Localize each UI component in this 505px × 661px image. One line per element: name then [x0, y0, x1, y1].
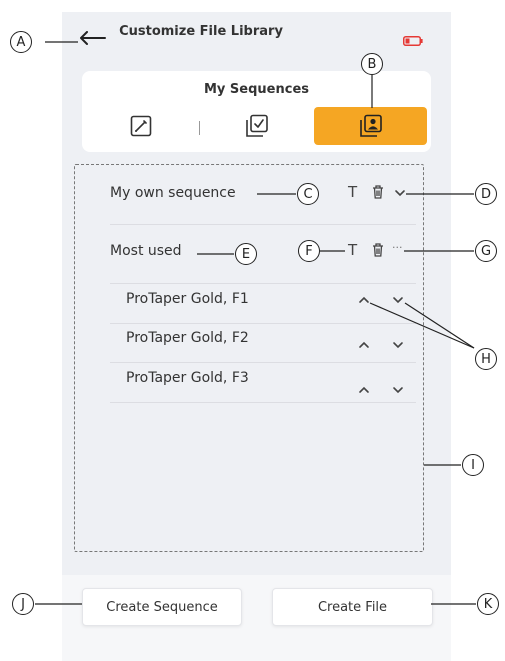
callout-e: E [235, 243, 257, 265]
callout-i: I [462, 454, 484, 476]
callout-k: K [477, 593, 499, 615]
callout-c: C [297, 183, 319, 205]
callout-h: H [475, 348, 497, 370]
callout-j: J [12, 593, 34, 615]
callout-a: A [10, 31, 32, 53]
callout-d: D [475, 183, 497, 205]
callout-g: G [475, 240, 497, 262]
callout-b: B [361, 53, 383, 75]
callout-leader-lines [35, 41, 476, 605]
callout-f: F [298, 240, 320, 262]
